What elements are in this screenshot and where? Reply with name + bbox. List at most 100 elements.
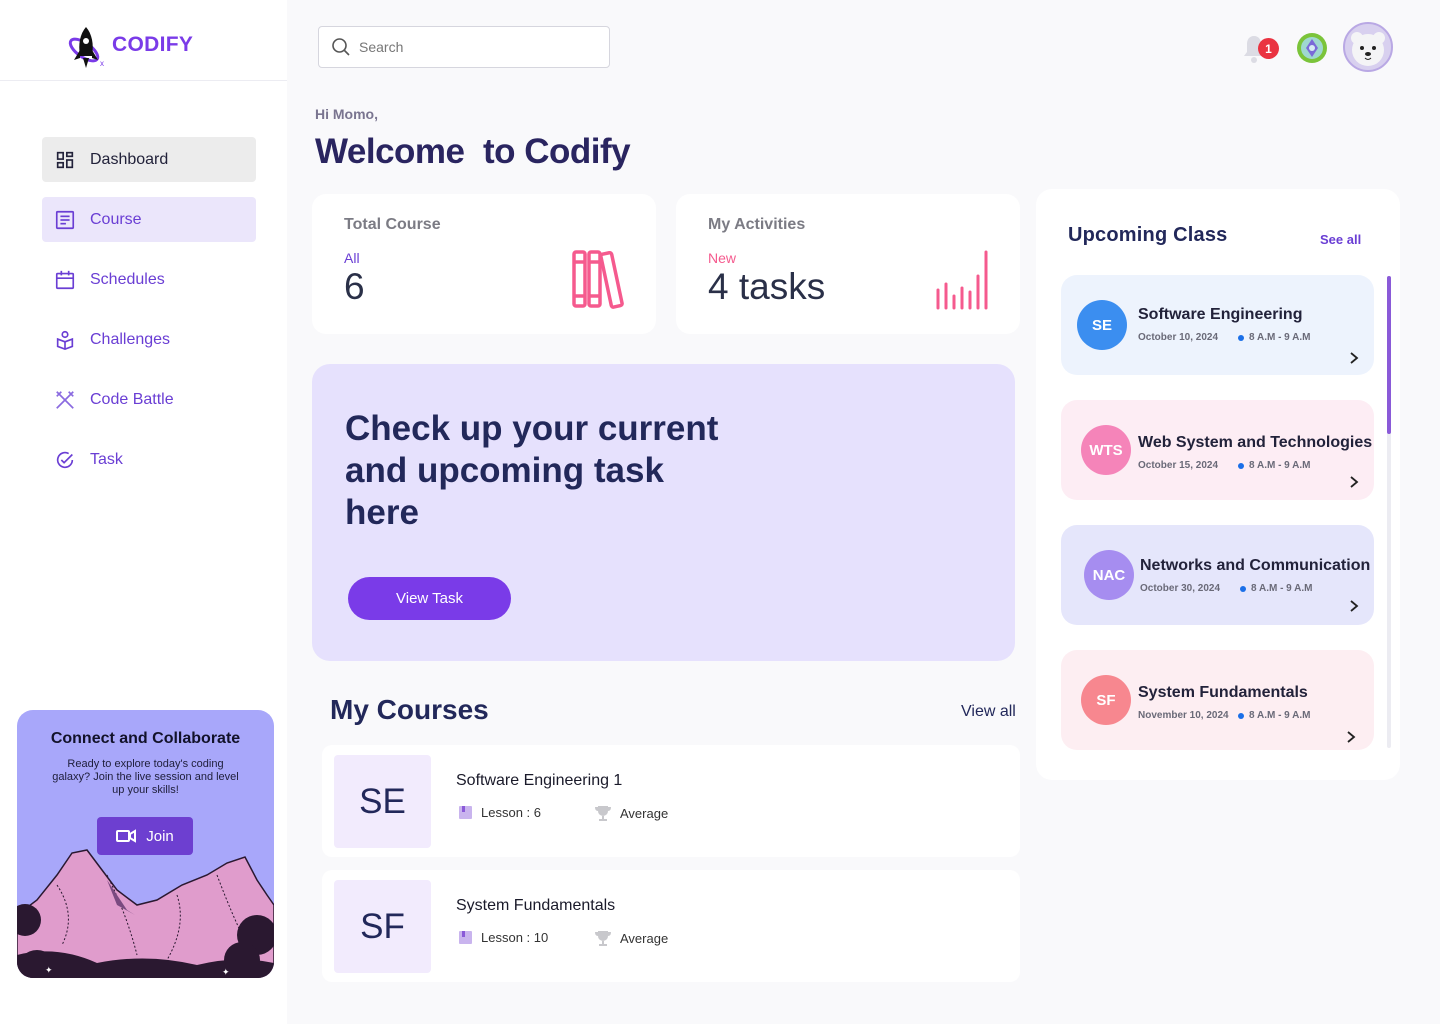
svg-text:✦: ✦: [222, 967, 230, 977]
sidebar-item-label: Code Battle: [90, 390, 174, 408]
course-thumbnail: SF: [334, 880, 431, 973]
course-card[interactable]: SE Software Engineering 1 Lesson : 6 Ave…: [322, 745, 1020, 857]
class-avatar: SE: [1077, 300, 1127, 350]
class-time: 8 A.M - 9 A.M: [1238, 332, 1310, 343]
total-course-card: Total Course All 6: [312, 194, 656, 334]
see-all-link[interactable]: See all: [1320, 232, 1361, 247]
join-button[interactable]: Join: [97, 817, 193, 855]
sidebar-item-label: Schedules: [90, 270, 165, 288]
notification-badge: 1: [1258, 38, 1279, 59]
stat-title: My Activities: [708, 216, 806, 233]
challenges-icon: [56, 330, 74, 350]
banner-text: Check up your current and upcoming task …: [345, 409, 719, 532]
class-name: System Fundamentals: [1138, 684, 1308, 701]
class-avatar: SF: [1081, 675, 1131, 725]
time-dot-icon: [1240, 585, 1246, 592]
join-button-label: Join: [146, 827, 174, 845]
lesson-count: Lesson : 10: [481, 930, 549, 945]
books-icon: [572, 250, 624, 309]
rocket-logo-icon: x: [68, 27, 104, 68]
stat-sub: New: [708, 250, 737, 266]
swords-icon: [56, 390, 74, 409]
brand: x CODIFY: [0, 0, 287, 81]
class-date: October 10, 2024: [1138, 332, 1219, 343]
class-card[interactable]: WTS Web System and Technologies October …: [1061, 400, 1374, 500]
my-courses-title: My Courses: [330, 694, 489, 725]
class-time-label: 8 A.M - 9 A.M: [1249, 460, 1311, 471]
class-date: October 30, 2024: [1140, 583, 1221, 594]
search-icon: [332, 38, 350, 56]
promo-title: Connect and Collaborate: [50, 730, 241, 747]
page-title: Welcome to Codify: [315, 132, 631, 171]
scrollbar-thumb[interactable]: [1387, 276, 1391, 434]
class-card[interactable]: NAC Networks and Communication October 3…: [1061, 525, 1374, 625]
class-date: November 10, 2024: [1138, 710, 1229, 721]
class-name: Networks and Communication: [1140, 557, 1371, 574]
mountains-illustration: ✦ ✦: [17, 849, 274, 978]
course-card[interactable]: SF System Fundamentals Lesson : 10 Avera…: [322, 870, 1020, 982]
course-lessons: Lesson : 6: [458, 805, 541, 820]
calendar-icon: [55, 270, 75, 289]
brand-name: CODIFY: [112, 33, 194, 56]
stat-title: Total Course: [344, 216, 441, 233]
check-circle-icon: [56, 451, 74, 468]
view-all-link[interactable]: View all: [961, 703, 1016, 721]
level-label: Average: [620, 805, 669, 821]
course-level: Average: [594, 930, 668, 946]
class-avatar: WTS: [1081, 425, 1131, 475]
class-time-label: 8 A.M - 9 A.M: [1249, 710, 1311, 721]
class-time: 8 A.M - 9 A.M: [1238, 460, 1310, 471]
class-time-label: 8 A.M - 9 A.M: [1251, 583, 1313, 594]
class-card[interactable]: SE Software Engineering October 10, 2024…: [1061, 275, 1374, 375]
svg-text:✦: ✦: [45, 965, 53, 975]
trophy-icon: [595, 806, 611, 821]
chevron-right-icon: [1350, 476, 1359, 488]
book-icon: [459, 806, 472, 819]
dashboard-icon: [56, 151, 74, 168]
class-date: October 15, 2024: [1138, 460, 1219, 471]
chevron-right-icon: [1347, 731, 1356, 743]
svg-text:x: x: [100, 59, 104, 68]
upcoming-class-panel: Upcoming Class See all SE Software Engin…: [1036, 189, 1400, 780]
achievement-badge-icon[interactable]: [1296, 32, 1328, 64]
stat-value: 4 tasks: [708, 266, 826, 307]
class-time-label: 8 A.M - 9 A.M: [1249, 332, 1311, 343]
lesson-count: Lesson : 6: [481, 805, 541, 820]
collaborate-card: Connect and Collaborate Ready to explore…: [17, 710, 274, 978]
sidebar: x CODIFY Dashboard Course Schedules Chal…: [0, 0, 287, 1024]
sidebar-item-dashboard[interactable]: Dashboard: [42, 137, 256, 182]
sidebar-item-code-battle[interactable]: Code Battle: [42, 377, 256, 422]
upcoming-title: Upcoming Class: [1068, 224, 1228, 246]
class-card[interactable]: SF System Fundamentals November 10, 2024…: [1061, 650, 1374, 750]
time-dot-icon: [1238, 334, 1244, 341]
class-time: 8 A.M - 9 A.M: [1238, 710, 1310, 721]
course-name: System Fundamentals: [456, 897, 616, 914]
course-lessons: Lesson : 10: [458, 930, 548, 945]
sidebar-item-challenges[interactable]: Challenges: [42, 317, 256, 362]
course-thumbnail: SE: [334, 755, 431, 848]
sidebar-item-label: Task: [90, 450, 123, 468]
class-avatar: NAC: [1084, 550, 1134, 600]
class-name: Web System and Technologies: [1138, 434, 1373, 451]
stat-value: 6: [344, 266, 365, 307]
time-dot-icon: [1238, 712, 1244, 719]
search-bar[interactable]: [318, 26, 610, 68]
activity-bars-icon: [936, 250, 988, 310]
sidebar-item-task[interactable]: Task: [42, 437, 256, 482]
course-level: Average: [594, 805, 668, 821]
sidebar-item-label: Dashboard: [90, 150, 169, 168]
user-avatar[interactable]: [1343, 22, 1393, 72]
promo-text: Ready to explore today's coding galaxy? …: [52, 758, 239, 796]
chevron-right-icon: [1350, 600, 1359, 612]
view-task-button[interactable]: View Task: [348, 577, 511, 620]
book-icon: [459, 931, 472, 944]
greeting: Hi Momo,: [315, 106, 378, 122]
search-input[interactable]: [359, 39, 589, 55]
course-name: Software Engineering 1: [456, 772, 623, 789]
time-dot-icon: [1238, 462, 1244, 469]
stat-sub: All: [344, 250, 360, 266]
sidebar-item-course[interactable]: Course: [42, 197, 256, 242]
sidebar-item-schedules[interactable]: Schedules: [42, 257, 256, 302]
task-banner: Check up your current and upcoming task …: [312, 364, 1015, 661]
sidebar-item-label: Challenges: [90, 330, 171, 348]
